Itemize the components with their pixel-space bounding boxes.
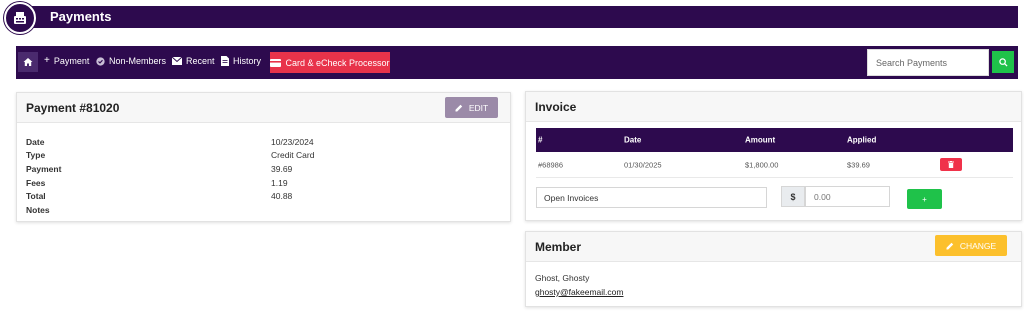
member-title: Member — [535, 240, 582, 254]
detail-label: Type — [26, 150, 46, 161]
trash-icon — [948, 161, 954, 168]
cash-register-icon — [4, 2, 36, 34]
page-title: Payments — [50, 9, 112, 24]
add-invoice-button[interactable]: + — [907, 189, 942, 209]
column-header: Date — [624, 135, 642, 145]
delete-invoice-button[interactable] — [940, 158, 962, 171]
nav-recent[interactable]: Recent — [172, 56, 215, 66]
invoice-panel-header: Invoice — [526, 92, 1021, 122]
header-bar — [16, 6, 1018, 28]
invoice-applied: $39.69 — [847, 160, 870, 169]
column-header: # — [538, 135, 543, 145]
invoice-amount: $1,800.00 — [745, 160, 779, 169]
card-echeck-processor-button[interactable]: Card & eCheck Processor — [270, 52, 390, 73]
search-icon — [998, 57, 1008, 67]
payments-toolbar: + Payment Non-Members Recent History Car… — [16, 46, 1018, 79]
column-header: Applied — [847, 135, 877, 145]
page-header: Payments — [0, 0, 1024, 36]
nav-non-members[interactable]: Non-Members — [96, 56, 166, 66]
detail-label: Notes — [26, 204, 50, 215]
edit-label: EDIT — [468, 102, 489, 113]
card-echeck-processor-label: Card & eCheck Processor — [285, 57, 390, 68]
detail-row: Notes — [26, 203, 314, 217]
member-name: Ghost, Ghosty — [535, 273, 590, 283]
detail-label: Date — [26, 136, 45, 147]
detail-row: Date 10/23/2024 — [26, 135, 314, 149]
detail-value: 10/23/2024 — [271, 136, 314, 147]
nav-non-members-label: Non-Members — [109, 56, 167, 66]
payment-details: Date 10/23/2024 Type Credit Card Payment… — [26, 135, 314, 217]
detail-label: Payment — [26, 163, 62, 174]
pencil-icon — [455, 104, 463, 111]
change-label: CHANGE — [959, 240, 997, 251]
pencil-icon — [946, 242, 954, 249]
nav-history[interactable]: History — [221, 56, 261, 66]
document-icon — [221, 56, 229, 66]
detail-label: Fees — [26, 177, 46, 188]
detail-value: Credit Card — [271, 150, 315, 161]
nav-recent-label: Recent — [186, 56, 215, 66]
invoice-number: #68986 — [538, 160, 564, 169]
column-header: Amount — [745, 135, 776, 145]
open-invoices-select[interactable]: Open Invoices — [536, 187, 767, 208]
apply-amount-input[interactable] — [805, 186, 890, 207]
detail-row: Fees 1.19 — [26, 176, 314, 190]
change-member-button[interactable]: CHANGE — [935, 235, 1007, 256]
currency-addon: $ — [781, 186, 805, 207]
invoice-title: Invoice — [535, 100, 577, 114]
invoice-table: # Date Amount Applied #68986 01/30/2025 … — [536, 128, 1013, 178]
search-payments-input[interactable] — [867, 49, 989, 76]
member-email-link[interactable]: ghosty@fakeemail.com — [535, 287, 623, 297]
invoice-table-header: # Date Amount Applied — [536, 128, 1013, 152]
member-panel-header: Member CHANGE — [526, 232, 1021, 262]
member-panel: Member CHANGE Ghost, Ghosty ghosty@fakee… — [525, 231, 1022, 307]
detail-value: 39.69 — [271, 163, 293, 174]
invoice-date: 01/30/2025 — [624, 160, 662, 169]
detail-row: Total 40.88 — [26, 189, 314, 203]
check-circle-icon — [96, 56, 105, 66]
detail-value: 40.88 — [271, 191, 293, 202]
nav-payment-label: Payment — [53, 56, 90, 66]
search-button[interactable] — [992, 51, 1014, 73]
invoice-panel: Invoice # Date Amount Applied #68986 01/… — [525, 91, 1022, 221]
detail-row: Payment 39.69 — [26, 162, 314, 176]
plus-icon: + — [922, 194, 927, 204]
home-button[interactable] — [18, 52, 38, 72]
detail-row: Type Credit Card — [26, 149, 314, 163]
nav-history-label: History — [233, 56, 262, 66]
credit-card-icon — [270, 58, 282, 67]
detail-label: Total — [26, 191, 46, 202]
payment-panel: Payment #81020 EDIT Date 10/23/2024 Type… — [16, 92, 511, 222]
payment-title: Payment #81020 — [26, 101, 120, 115]
table-row: #68986 01/30/2025 $1,800.00 $39.69 — [536, 152, 1013, 178]
home-icon — [23, 58, 33, 66]
detail-value: 1.19 — [271, 177, 288, 188]
envelope-icon — [172, 57, 182, 65]
edit-button[interactable]: EDIT — [445, 97, 498, 118]
plus-icon: + — [44, 55, 50, 66]
nav-payment[interactable]: + Payment — [44, 55, 90, 67]
payment-panel-header: Payment #81020 EDIT — [17, 93, 510, 123]
